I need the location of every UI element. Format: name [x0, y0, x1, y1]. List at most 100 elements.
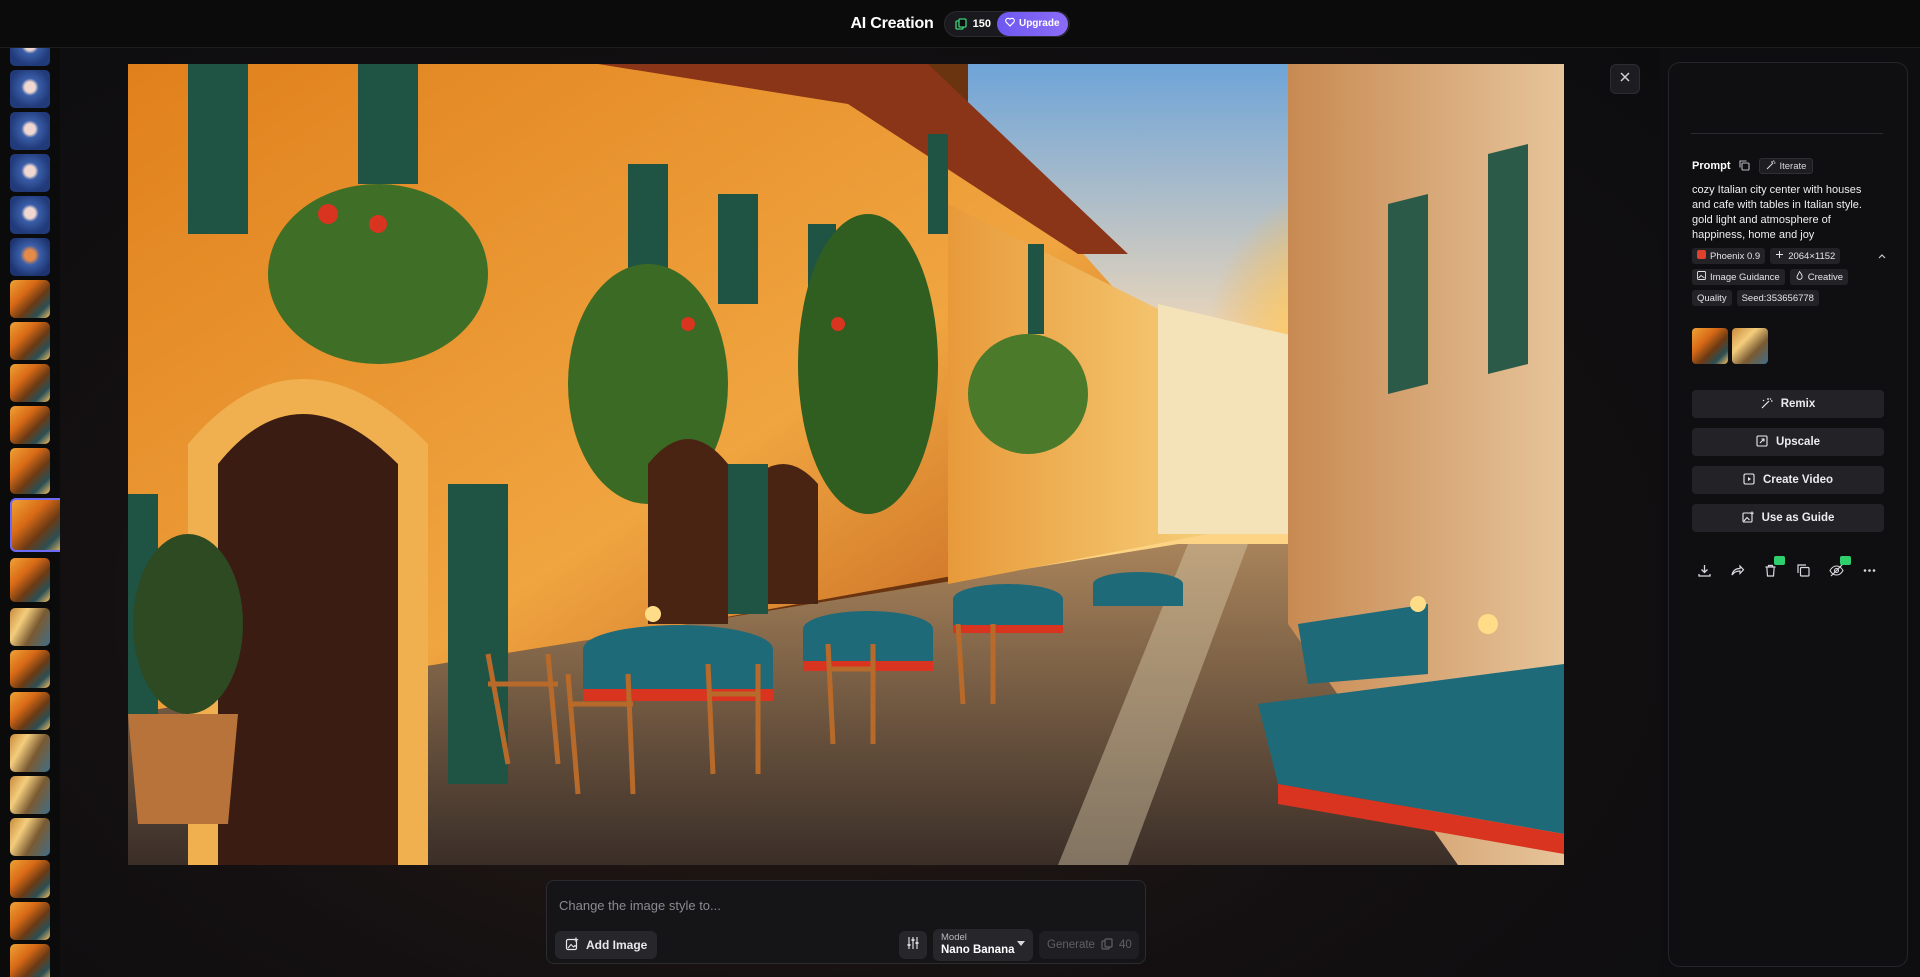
- history-thumbnail[interactable]: [10, 322, 50, 360]
- history-thumbnail[interactable]: [10, 902, 50, 940]
- history-thumbnail[interactable]: [10, 112, 50, 150]
- hide-icon[interactable]: [1829, 556, 1851, 578]
- iterate-button[interactable]: Iterate: [1758, 158, 1814, 174]
- use-as-guide-button[interactable]: Use as Guide: [1692, 504, 1884, 532]
- add-image-button[interactable]: Add Image: [555, 931, 658, 959]
- chevron-up-icon[interactable]: [1877, 251, 1887, 261]
- token-icon: [1101, 937, 1113, 953]
- history-thumbnail[interactable]: [10, 818, 50, 856]
- history-thumbnail[interactable]: [10, 734, 50, 772]
- generate-label: Generate: [1047, 939, 1095, 951]
- iterate-label: Iterate: [1779, 160, 1807, 172]
- history-thumbnail[interactable]: [10, 944, 50, 977]
- remix-icon: [1761, 397, 1773, 412]
- history-thumbnail-active[interactable]: [10, 498, 60, 552]
- guide-icon: [1742, 511, 1754, 526]
- mode-chip-label: Creative: [1807, 271, 1844, 283]
- history-thumbnail[interactable]: [10, 196, 50, 234]
- history-thumbnail[interactable]: [10, 70, 50, 108]
- history-thumbnail[interactable]: [10, 860, 50, 898]
- size-chip-label: 2064×1152: [1788, 250, 1836, 262]
- download-icon[interactable]: [1697, 563, 1712, 578]
- upgrade-button[interactable]: Upgrade: [996, 11, 1068, 36]
- prompt-text: cozy Italian city center with houses and…: [1692, 184, 1862, 241]
- app-title: AI Creation: [850, 14, 934, 32]
- history-thumbnail[interactable]: [10, 154, 50, 192]
- copy-icon[interactable]: [1738, 160, 1751, 172]
- divider: [1691, 133, 1883, 134]
- close-button[interactable]: [1610, 64, 1640, 94]
- upscale-label: Upscale: [1775, 436, 1821, 448]
- settings-chips-row-3: Quality Seed:353656778: [1692, 290, 1819, 306]
- create-video-label: Create Video: [1762, 474, 1834, 486]
- quality-chip: Quality: [1692, 290, 1732, 306]
- history-thumbnail[interactable]: [10, 48, 50, 66]
- status-badge: [1774, 556, 1785, 565]
- history-thumbnail[interactable]: [10, 448, 50, 494]
- more-icon[interactable]: [1862, 563, 1877, 578]
- credits-pill[interactable]: 150 Upgrade: [943, 10, 1070, 37]
- size-chip: 2064×1152: [1770, 248, 1841, 264]
- add-image-label: Add Image: [586, 938, 648, 952]
- settings-chips-row: Phoenix 0.9 2064×1152: [1692, 248, 1841, 264]
- seed-chip[interactable]: Seed:353656778: [1736, 290, 1819, 306]
- model-label: Model: [941, 932, 967, 943]
- share-icon[interactable]: [1730, 563, 1745, 578]
- chevron-down-icon: [1017, 941, 1025, 946]
- model-chip: Phoenix 0.9: [1692, 248, 1766, 264]
- image-add-icon: [565, 937, 579, 954]
- details-panel: Prompt Iterate cozy Italian city center …: [1668, 62, 1908, 967]
- guidance-chip-label: Image Guidance: [1710, 271, 1780, 283]
- generate-button[interactable]: Generate 40: [1039, 931, 1139, 959]
- history-thumbnail[interactable]: [10, 608, 50, 646]
- duplicate-icon[interactable]: [1796, 563, 1811, 578]
- mode-chip: Creative: [1789, 269, 1849, 285]
- remix-button[interactable]: Remix: [1692, 390, 1884, 418]
- image-icon: [1697, 271, 1706, 283]
- status-badge: [1840, 556, 1851, 565]
- token-icon: [954, 17, 967, 30]
- flame-icon: [1795, 270, 1804, 283]
- heart-icon: [1005, 17, 1015, 30]
- sliders-icon: [906, 936, 920, 955]
- prompt-header: Prompt Iterate: [1692, 158, 1814, 174]
- upscale-button[interactable]: Upscale: [1692, 428, 1884, 456]
- image-actions-toolbar: [1697, 556, 1877, 578]
- model-chip-label: Phoenix 0.9: [1710, 250, 1761, 262]
- iterate-icon: [1766, 159, 1776, 173]
- video-icon: [1743, 472, 1755, 488]
- model-select[interactable]: Model Nano Banana: [933, 929, 1033, 961]
- history-thumbnail[interactable]: [10, 650, 50, 688]
- upscale-icon: [1756, 434, 1768, 450]
- model-badge-icon: [1697, 250, 1706, 262]
- history-thumbnail[interactable]: [10, 558, 50, 602]
- generated-image: [128, 64, 1564, 865]
- create-video-button[interactable]: Create Video: [1692, 466, 1884, 494]
- history-thumbnail[interactable]: [10, 364, 50, 402]
- settings-button[interactable]: [899, 931, 927, 959]
- credits-count: 150: [972, 17, 991, 30]
- style-prompt-input[interactable]: [559, 895, 1119, 915]
- model-value: Nano Banana: [941, 944, 1015, 956]
- settings-chips-row-2: Image Guidance Creative: [1692, 269, 1849, 285]
- use-as-guide-label: Use as Guide: [1761, 512, 1835, 524]
- generate-cost: 40: [1118, 939, 1132, 951]
- history-thumbnail[interactable]: [10, 692, 50, 730]
- reference-thumbnail[interactable]: [1692, 328, 1728, 364]
- trash-icon[interactable]: [1763, 556, 1785, 578]
- reference-images: [1692, 328, 1768, 364]
- history-rail[interactable]: [0, 48, 60, 977]
- top-bar: AI Creation 150 Upgrade: [0, 0, 1920, 48]
- history-thumbnail[interactable]: [10, 776, 50, 814]
- history-thumbnail[interactable]: [10, 406, 50, 444]
- prompt-composer: Add Image Model Nano Banana Generate 40: [546, 880, 1146, 964]
- resize-icon: [1775, 250, 1784, 262]
- reference-thumbnail[interactable]: [1732, 328, 1768, 364]
- guidance-chip: Image Guidance: [1692, 269, 1785, 285]
- close-icon: [1619, 70, 1631, 88]
- history-thumbnail[interactable]: [10, 280, 50, 318]
- upgrade-label: Upgrade: [1018, 18, 1060, 29]
- prompt-label: Prompt: [1692, 160, 1731, 172]
- remix-label: Remix: [1780, 398, 1816, 410]
- history-thumbnail[interactable]: [10, 238, 50, 276]
